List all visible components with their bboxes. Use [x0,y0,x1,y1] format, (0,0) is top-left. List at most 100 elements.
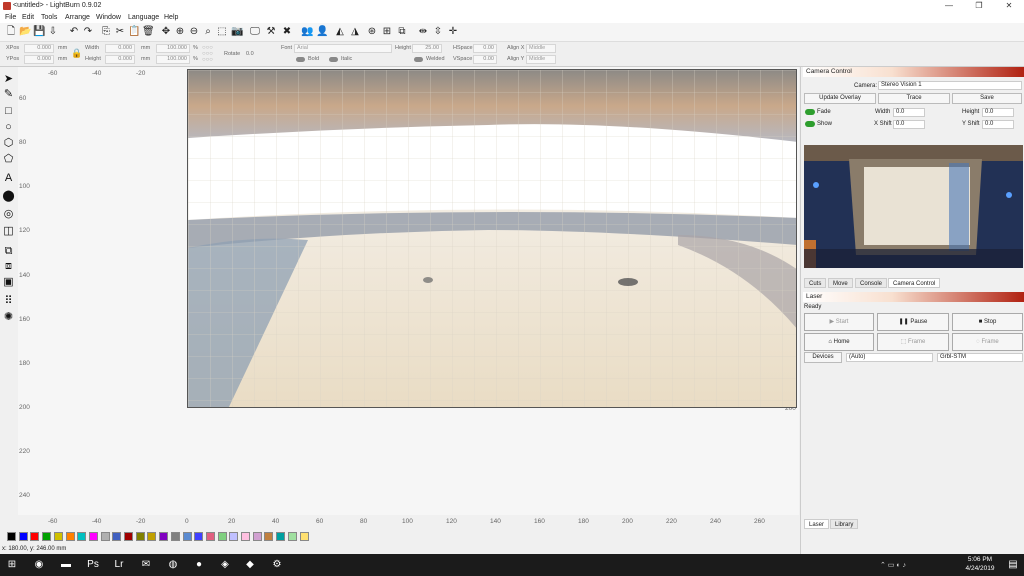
color-swatch[interactable] [276,532,286,541]
width-input[interactable]: 0.000 [105,44,135,53]
tab-camera-control[interactable]: Camera Control [888,278,941,288]
update-overlay-button[interactable]: Update Overlay [804,93,876,104]
maximize-button[interactable]: ❐ [964,0,994,12]
fade-toggle[interactable] [805,109,815,115]
menu-arrange[interactable]: Arrange [65,14,90,21]
grid-array-icon[interactable]: ⠿ [2,295,15,308]
font-select[interactable]: Arial [294,44,392,53]
y-shift-input[interactable]: 0.0 [982,120,1014,129]
color-swatch[interactable] [30,532,40,541]
color-swatch[interactable] [217,532,227,541]
menu-tools[interactable]: Tools [41,14,57,21]
bold-toggle[interactable] [296,57,305,62]
edit-nodes-icon[interactable]: ✎ [2,88,15,101]
color-swatch[interactable] [65,532,75,541]
rotate-value[interactable]: 0.0 [246,51,254,57]
steam-icon[interactable]: ⚙ [270,558,284,572]
height-percent-input[interactable]: 100.000 [156,55,190,64]
distribute-h-icon[interactable]: ⇹ [417,26,429,38]
tab-cuts[interactable]: Cuts [804,278,827,288]
group-icon[interactable]: ⧉ [396,26,408,38]
camera-icon[interactable]: 📷 [231,26,243,38]
browser-icon[interactable]: ◍ [166,558,180,572]
mail-icon[interactable]: ✉ [139,558,153,572]
close-button[interactable]: ✕ [994,0,1024,12]
align-icon[interactable]: ⊞ [381,26,393,38]
color-swatch[interactable] [77,532,87,541]
move-icon[interactable]: ✥ [160,26,172,38]
mirror-v-icon[interactable]: ◮ [349,26,361,38]
ypos-input[interactable]: 0.000 [24,55,54,64]
xpos-input[interactable]: 0.000 [24,44,54,53]
boolean-union-icon[interactable]: ◫ [2,225,15,238]
tools-icon[interactable]: ⚒ [265,26,277,38]
controller-select[interactable]: Grbl-STM [937,353,1023,362]
minimize-button[interactable]: — [934,0,964,12]
folder-icon[interactable]: ▬ [59,558,73,572]
windows-start-icon[interactable]: ⊞ [5,558,19,572]
overlay-width-input[interactable]: 0.0 [893,108,925,117]
color-swatch[interactable] [42,532,52,541]
crosshair-icon[interactable]: ✛ [447,26,459,38]
save-icon[interactable]: 💾 [33,26,45,38]
line-tool-icon[interactable]: ⬠ [2,153,15,166]
color-swatch[interactable] [205,532,215,541]
select-tool-icon[interactable]: ➤ [2,73,15,86]
color-swatch[interactable] [88,532,98,541]
color-swatch[interactable] [299,532,309,541]
color-swatch[interactable] [194,532,204,541]
color-swatch[interactable] [170,532,180,541]
color-swatch[interactable] [135,532,145,541]
tab-console[interactable]: Console [855,278,888,288]
copy-icon[interactable]: ⎘ [100,26,112,38]
weld-icon[interactable]: ▣ [2,276,15,289]
notifications-icon[interactable]: ▤ [1006,558,1020,572]
frame-rect-button[interactable]: ⬚ Frame [877,333,949,351]
start-button[interactable]: ▶ Start [804,313,874,331]
color-swatch[interactable] [159,532,169,541]
height-input[interactable]: 0.000 [105,55,135,64]
tray-icons[interactable]: ⌃ ▭ ◐ ♪ [880,561,940,571]
delete-icon[interactable]: 🗑 [142,26,155,38]
menu-edit[interactable]: Edit [22,14,34,21]
color-swatch[interactable] [229,532,239,541]
chrome-icon[interactable]: ◉ [32,558,46,572]
menu-help[interactable]: Help [164,14,178,21]
pause-button[interactable]: ❚❚ Pause [877,313,949,331]
vspace-input[interactable]: 0.00 [473,55,497,64]
cut-icon[interactable]: ✂ [114,26,126,38]
rectangle-tool-icon[interactable]: □ [2,105,15,118]
target-icon[interactable]: ⊛ [366,26,378,38]
boolean-intersect-icon[interactable]: ⧈ [2,260,15,273]
menu-window[interactable]: Window [96,14,121,21]
width-percent-input[interactable]: 100.000 [156,44,190,53]
devices-button[interactable]: Devices [804,352,842,363]
lock-icon[interactable]: 🔒 [71,48,82,58]
lightburn-task-icon[interactable]: ◆ [243,558,257,572]
camera-select[interactable]: Stereo Vision 1 [878,81,1022,90]
font-height-input[interactable]: 25.00 [412,44,442,53]
mirror-h-icon[interactable]: ◭ [334,26,346,38]
monitor-icon[interactable]: 🖵 [249,26,261,38]
user-icon[interactable]: 👤 [316,26,328,38]
boolean-subtract-icon[interactable]: ⧉ [2,245,15,258]
align-y-select[interactable]: Middle [526,55,556,64]
app-icon-a[interactable]: ● [192,558,206,572]
tab-library[interactable]: Library [830,519,859,529]
zoom-out-icon[interactable]: ⊖ [188,26,200,38]
color-swatch[interactable] [241,532,250,541]
open-folder-icon[interactable]: 📂 [19,26,31,38]
save-button[interactable]: Save [952,93,1022,104]
port-select[interactable]: (Auto) [846,353,933,362]
color-swatch[interactable] [264,532,274,541]
hspace-input[interactable]: 0.00 [473,44,497,53]
menu-language[interactable]: Language [128,14,159,21]
offset-icon[interactable]: ◎ [2,208,15,221]
distribute-v-icon[interactable]: ⇳ [432,26,444,38]
anchor-grid-icon[interactable]: ○○○ ○○○ ○○○ [202,45,222,63]
color-swatch[interactable] [287,532,297,541]
tab-laser[interactable]: Laser [804,519,830,529]
tab-move[interactable]: Move [828,278,853,288]
users-icon[interactable]: 👥 [301,26,313,38]
menu-file[interactable]: File [5,14,16,21]
